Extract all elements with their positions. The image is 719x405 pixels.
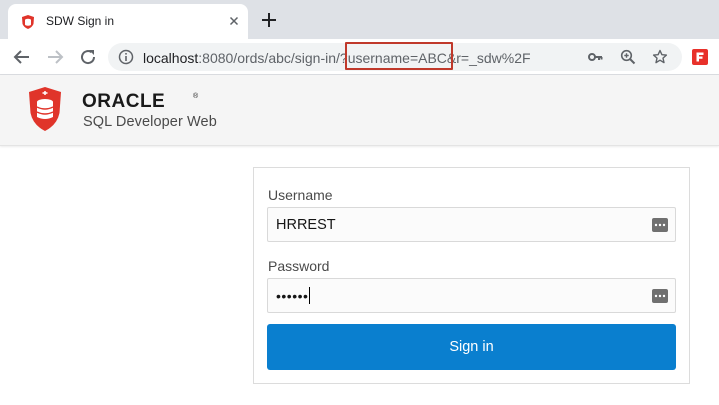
password-label: Password <box>268 258 330 274</box>
password-value: •••••• <box>276 287 311 304</box>
username-field[interactable]: HRREST <box>267 207 676 242</box>
text-caret <box>309 287 311 304</box>
key-icon[interactable] <box>587 49 603 65</box>
svg-text:®: ® <box>193 92 199 100</box>
oracle-wordmark: ORACLE ® <box>82 91 199 110</box>
browser-tab-strip: SDW Sign in <box>0 0 719 39</box>
sdw-shield-icon <box>22 15 34 29</box>
url-host: localhost <box>143 50 199 66</box>
url-highlight-box <box>345 42 453 70</box>
sdw-logo <box>29 87 61 131</box>
star-icon[interactable] <box>652 49 668 65</box>
app-header: ORACLE ® SQL Developer Web <box>0 75 719 146</box>
plus-icon[interactable] <box>259 10 279 30</box>
extension-icon[interactable] <box>692 49 708 65</box>
svg-text:ORACLE: ORACLE <box>82 91 165 110</box>
reload-icon[interactable] <box>78 47 98 67</box>
username-label: Username <box>268 187 333 203</box>
password-field[interactable]: •••••• <box>267 278 676 313</box>
zoom-icon[interactable] <box>620 49 636 65</box>
browser-tab[interactable]: SDW Sign in <box>8 4 248 39</box>
url-text: localhost:8080/ords/abc/sign-in/?usernam… <box>143 50 531 66</box>
back-icon[interactable] <box>12 47 32 67</box>
tab-title: SDW Sign in <box>46 14 115 28</box>
forward-icon[interactable] <box>45 47 65 67</box>
password-manager-icon[interactable] <box>652 218 668 232</box>
sign-in-button[interactable]: Sign in <box>267 324 676 370</box>
close-icon[interactable] <box>226 13 242 29</box>
username-value: HRREST <box>276 217 336 233</box>
sign-in-card: Username HRREST Password •••••• Sign in <box>253 167 690 384</box>
password-manager-icon[interactable] <box>652 289 668 303</box>
product-name: SQL Developer Web <box>83 114 217 130</box>
info-icon[interactable] <box>118 49 134 65</box>
